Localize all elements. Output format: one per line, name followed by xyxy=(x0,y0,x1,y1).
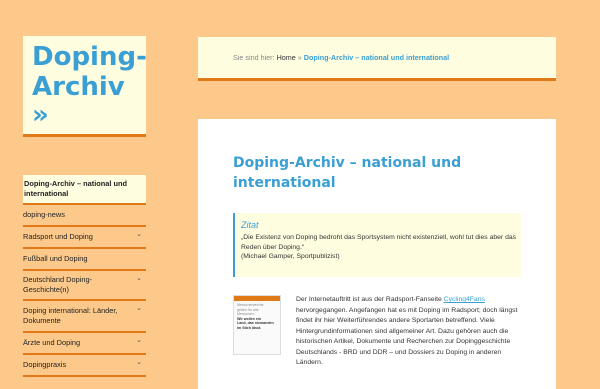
breadcrumb-current: Doping-Archiv – national und internation… xyxy=(303,53,450,62)
campaign-bold-line: Wir wollen ein xyxy=(237,316,262,321)
sidebar-item-doping-news[interactable]: doping-news xyxy=(23,205,146,227)
sidebar-item-label: Doping international: Länder, Dokumente xyxy=(23,306,118,325)
sidebar-item-label: Fußball und Doping xyxy=(23,254,88,263)
breadcrumb: Sie sind hier: Home » Doping-Archiv – na… xyxy=(198,37,556,81)
sidebar-item-label: Deutschland Doping-Geschichte(n) xyxy=(23,275,93,294)
chevron-down-icon[interactable]: ⌄ xyxy=(136,274,142,284)
intro-paragraph: Der Internetauftritt ist aus der Radspor… xyxy=(296,295,526,369)
sidebar-item-label: doping-news xyxy=(23,210,65,219)
main-content: Doping-Archiv – national und internation… xyxy=(198,119,556,389)
sidebar-item-deutschland[interactable]: Deutschland Doping-Geschichte(n) ⌄ xyxy=(23,271,146,301)
intro-text-end: hervorgegangen. Angefangen hat es mit Do… xyxy=(296,306,518,367)
logo-line-2: Archiv xyxy=(32,72,125,102)
quote-box: Zitat „Die Existenz von Doping bedroht d… xyxy=(233,213,521,277)
chevron-down-icon[interactable]: ⌄ xyxy=(136,358,142,368)
campaign-image-text: Menschenrechte gelten für alle Menschen.… xyxy=(234,301,280,331)
page-title: Doping-Archiv – national und internation… xyxy=(233,155,462,191)
campaign-bold-line: Land, das niemanden xyxy=(237,321,274,326)
sidebar-item-label: Dopingpraxis xyxy=(23,360,67,369)
sidebar-item-aerzte[interactable]: Ärzte und Doping ⌄ xyxy=(23,333,146,355)
sidebar-nav: Doping-Archiv – national und internation… xyxy=(23,175,146,377)
quote-text: „Die Existenz von Doping bedroht das Spo… xyxy=(241,234,517,251)
sidebar-item-fussball[interactable]: Fußball und Doping xyxy=(23,249,146,271)
quote-label: Zitat xyxy=(241,220,259,230)
chevron-down-icon[interactable]: ⌄ xyxy=(136,230,142,240)
breadcrumb-prefix: Sie sind hier: xyxy=(233,53,275,62)
sidebar-item-label: Doping-Archiv – national und internation… xyxy=(24,179,128,198)
campaign-image[interactable]: Menschenrechte gelten für alle Menschen.… xyxy=(233,295,281,355)
campaign-bold-line: im Stich lässt. xyxy=(237,325,262,330)
sidebar-item-dopingpraxis[interactable]: Dopingpraxis ⌄ xyxy=(23,355,146,377)
chevron-down-icon[interactable]: ⌄ xyxy=(136,336,142,346)
cycling4fans-link[interactable]: Cycling4Fans xyxy=(444,296,485,303)
breadcrumb-home-link[interactable]: Home xyxy=(277,53,296,62)
logo-arrow-icon: » xyxy=(32,100,49,130)
sidebar-item-doping-archiv[interactable]: Doping-Archiv – national und internation… xyxy=(23,175,146,205)
quote-author: (Michael Gamper, Sportpublizist) xyxy=(241,253,340,260)
breadcrumb-separator: » xyxy=(297,53,302,62)
intro-text-start: Der Internetauftritt ist aus der Radspor… xyxy=(296,296,444,303)
sidebar-item-label: Ärzte und Doping xyxy=(23,338,81,347)
sidebar-item-international[interactable]: Doping international: Länder, Dokumente … xyxy=(23,301,146,333)
site-logo[interactable]: Doping- Archiv » xyxy=(23,36,147,137)
sidebar-item-radsport[interactable]: Radsport und Doping ⌄ xyxy=(23,227,146,249)
chevron-down-icon[interactable]: ⌄ xyxy=(136,304,142,314)
sidebar-item-label: Radsport und Doping xyxy=(23,232,93,241)
logo-line-1: Doping- xyxy=(32,42,147,72)
